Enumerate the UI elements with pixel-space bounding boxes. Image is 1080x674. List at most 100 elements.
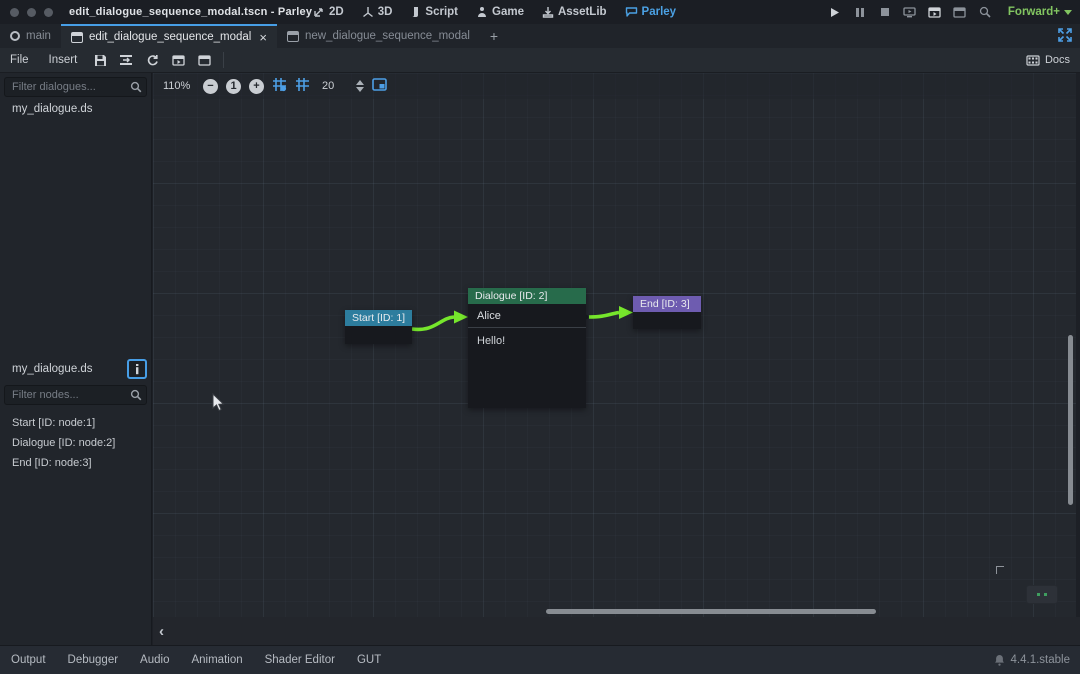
play-current-scene-button[interactable] — [927, 4, 943, 20]
vertical-scrollbar[interactable] — [1068, 335, 1073, 505]
test-dialogue-icon — [172, 55, 185, 66]
dialogue-node-header[interactable]: Dialogue [ID: 2] — [468, 288, 586, 304]
panel-output[interactable]: Output — [0, 654, 57, 666]
canvas-edge — [1076, 73, 1080, 617]
renderer-dropdown[interactable]: Forward+ — [1008, 6, 1072, 18]
scene-tab-new-dialogue-sequence-modal[interactable]: new_dialogue_sequence_modal — [277, 24, 480, 48]
2d-icon — [313, 6, 325, 18]
workspace-2d-button[interactable]: 2D — [306, 0, 351, 24]
node-connections — [153, 73, 1076, 617]
node-list-item-dialogue[interactable]: Dialogue [ID: node:2] — [0, 433, 151, 453]
dialogue-character: Alice — [468, 304, 586, 328]
snap-distance-stepper[interactable] — [356, 80, 364, 92]
workspace-game-button[interactable]: Game — [469, 0, 531, 24]
graph-toolbar: 110% − 1 + 20 — [153, 73, 1076, 99]
window-controls[interactable] — [10, 8, 53, 17]
stop-button[interactable] — [877, 4, 893, 20]
panel-debugger[interactable]: Debugger — [57, 654, 130, 666]
zoom-out-button[interactable]: − — [203, 79, 218, 94]
minimap-toggle-button[interactable] — [372, 78, 387, 94]
run-remote-debug-button[interactable] — [902, 4, 918, 20]
close-window-icon[interactable] — [10, 8, 19, 17]
panel-shader-editor[interactable]: Shader Editor — [254, 654, 346, 666]
test-dialogue-from-start-button[interactable] — [192, 50, 216, 70]
spin-up-icon[interactable] — [356, 80, 364, 85]
graph-node-start[interactable]: Start [ID: 1] — [345, 310, 412, 344]
refresh-button[interactable] — [140, 50, 164, 70]
dialogue-file-item[interactable]: my_dialogue.ds — [0, 97, 151, 120]
toolbar-separator — [223, 52, 224, 68]
connection-start-to-dialogue — [412, 317, 454, 329]
test-dialogue-button[interactable] — [166, 50, 190, 70]
refresh-icon — [146, 54, 159, 67]
panel-gut[interactable]: GUT — [346, 654, 392, 666]
scene-tab-edit-dialogue-sequence-modal[interactable]: edit_dialogue_sequence_modal × — [61, 24, 277, 48]
panel-audio[interactable]: Audio — [129, 654, 180, 666]
arrange-nodes-button[interactable] — [114, 50, 138, 70]
zoom-in-button[interactable]: + — [249, 79, 264, 94]
workspace-assetlib-button[interactable]: AssetLib — [535, 0, 614, 24]
speech-bubble-icon — [625, 6, 638, 18]
play-custom-scene-button[interactable] — [952, 4, 968, 20]
workspace-3d-button[interactable]: 3D — [355, 0, 400, 24]
end-node-body — [633, 312, 701, 329]
scene-panel-icon — [71, 32, 83, 43]
zoom-reset-button[interactable]: 1 — [226, 79, 241, 94]
chevron-down-icon — [1064, 10, 1072, 15]
scene-panel-icon — [287, 31, 299, 42]
edit-dialogue-button[interactable] — [127, 359, 147, 379]
graph-minimap[interactable] — [1026, 585, 1058, 604]
filter-nodes-input[interactable] — [4, 385, 147, 405]
grid-toggle-button[interactable] — [295, 77, 310, 95]
current-dialogue-row: my_dialogue.ds — [0, 357, 151, 381]
parley-toolbar: File Insert Docs — [0, 48, 1080, 73]
filter-nodes-box — [4, 385, 147, 405]
filter-dialogues-input[interactable] — [4, 77, 147, 97]
movie-maker-button[interactable] — [977, 4, 993, 20]
filter-dialogues-box — [4, 77, 147, 97]
horizontal-scrollbar[interactable] — [546, 609, 876, 614]
insert-menu[interactable]: Insert — [39, 54, 88, 66]
bottom-strip: ‹ — [153, 617, 1080, 645]
node-list-item-start[interactable]: Start [ID: node:1] — [0, 413, 151, 433]
dialogue-text: Hello! — [468, 328, 586, 354]
3d-icon — [362, 6, 374, 18]
godot-editor-window: edit_dialogue_sequence_modal.tscn - Parl… — [0, 0, 1080, 674]
playback-controls: Forward+ — [827, 0, 1072, 24]
game-icon — [476, 6, 488, 18]
node-list-item-end[interactable]: End [ID: node:3] — [0, 453, 151, 473]
snap-toggle-button[interactable] — [272, 77, 287, 95]
notification-bell-icon[interactable] — [994, 654, 1005, 666]
pause-button[interactable] — [852, 4, 868, 20]
graph-node-dialogue[interactable]: Dialogue [ID: 2] Alice Hello! — [468, 288, 586, 408]
scene-tab-bar: main edit_dialogue_sequence_modal × new_… — [0, 24, 1080, 48]
play-button[interactable] — [827, 4, 843, 20]
version-label: 4.4.1.stable — [1011, 654, 1070, 666]
selection-corner-mark — [996, 566, 1004, 574]
file-menu[interactable]: File — [0, 54, 39, 66]
grid-icon — [295, 77, 310, 92]
collapse-sidebar-button[interactable]: ‹ — [159, 623, 164, 640]
workspace-parley-button[interactable]: Parley — [618, 0, 684, 24]
workspace-script-button[interactable]: Script — [403, 0, 465, 24]
close-tab-icon[interactable]: × — [259, 30, 267, 45]
minimize-window-icon[interactable] — [27, 8, 36, 17]
minimap-icon — [372, 78, 387, 91]
maximize-window-icon[interactable] — [44, 8, 53, 17]
toggle-distraction-free-button[interactable] — [1058, 28, 1072, 45]
add-scene-tab-button[interactable]: + — [480, 24, 508, 48]
snap-distance-value[interactable]: 20 — [322, 80, 334, 92]
save-button[interactable] — [88, 50, 112, 70]
docs-button[interactable]: Docs — [1026, 54, 1070, 66]
window-title: edit_dialogue_sequence_modal.tscn - Parl… — [69, 6, 312, 18]
start-node-header[interactable]: Start [ID: 1] — [345, 310, 412, 326]
node-circle-icon — [10, 31, 20, 41]
panel-animation[interactable]: Animation — [180, 654, 253, 666]
scene-tab-main[interactable]: main — [0, 24, 61, 48]
dialogue-sidebar: my_dialogue.ds my_dialogue.ds Start [ID:… — [0, 73, 152, 645]
graph-canvas[interactable]: Start [ID: 1] Dialogue [ID: 2] Alice Hel… — [153, 73, 1076, 617]
graph-node-end[interactable]: End [ID: 3] — [633, 296, 701, 329]
end-node-header[interactable]: End [ID: 3] — [633, 296, 701, 312]
spin-down-icon[interactable] — [356, 87, 364, 92]
expand-icon — [1058, 28, 1072, 42]
